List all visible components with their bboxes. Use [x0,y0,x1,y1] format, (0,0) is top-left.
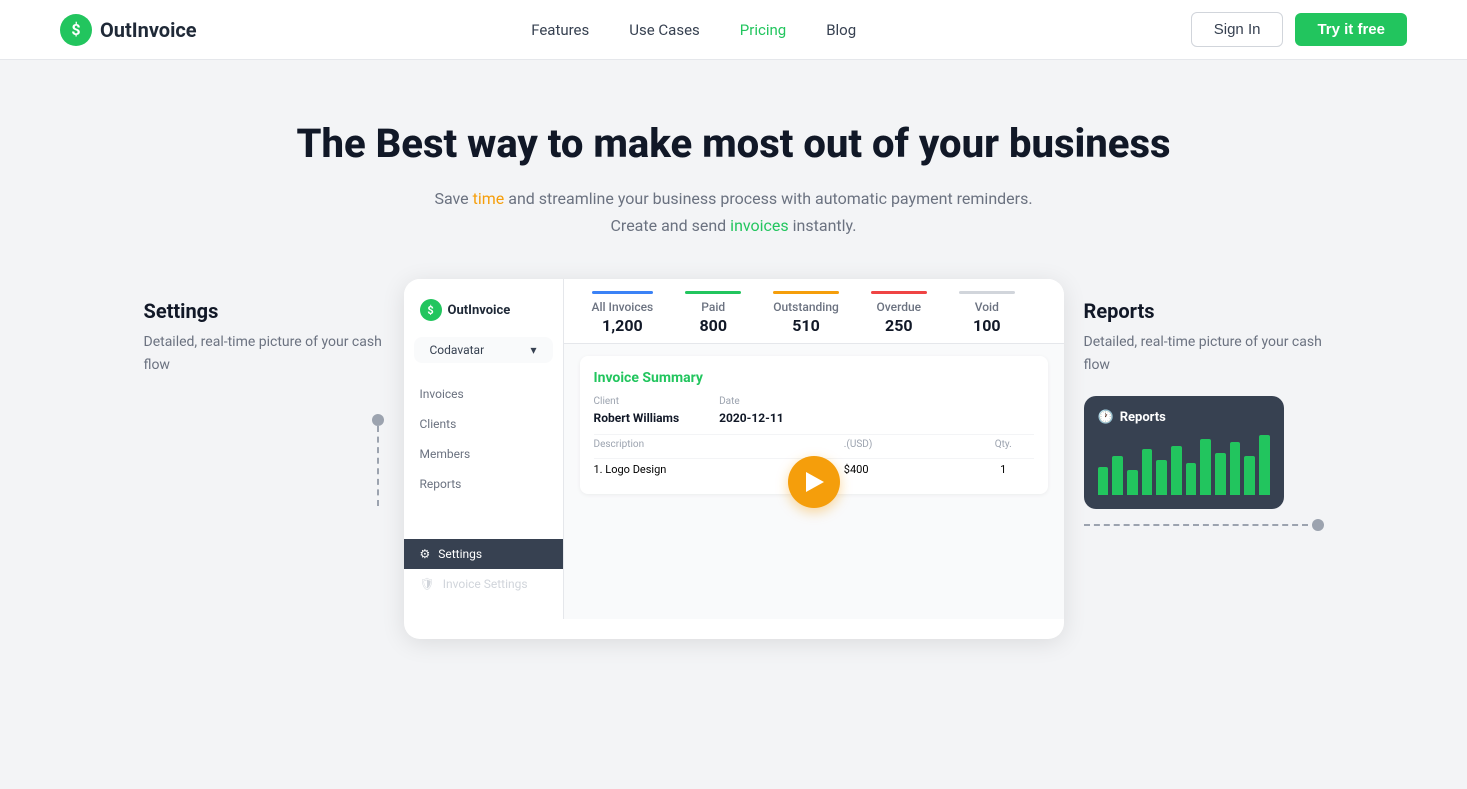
client-label: Client [594,396,680,407]
date-label: Date [719,396,784,407]
dashed-connector-right [1084,519,1324,531]
nav-blog[interactable]: Blog [826,21,856,39]
bar-item [1156,460,1167,495]
tab-bar-void [959,291,1015,294]
bar-item [1244,456,1255,495]
tab-count-all: 1,200 [602,316,643,335]
dashboard-sidebar: $ OutInvoice Codavatar ▾ Invoices Client… [404,279,564,619]
tab-label-paid: Paid [701,300,725,314]
invoice-summary-title: Invoice Summary [594,370,1034,386]
navbar: $ OutInvoice Features Use Cases Pricing … [0,0,1467,60]
sidebar-item-invoices[interactable]: Invoices [404,379,563,409]
reports-bars [1098,435,1270,495]
dashboard-card: $ OutInvoice Codavatar ▾ Invoices Client… [404,279,1064,639]
feature-right-title: Reports [1084,299,1324,323]
workspace-dropdown[interactable]: Codavatar ▾ [414,337,553,363]
tab-label-overdue: Overdue [877,300,922,314]
invoice-meta-row: Client Robert Williams Date 2020-12-11 [594,396,1034,426]
hero-heading: The Best way to make most out of your bu… [20,120,1447,167]
sidebar-bottom: ⚙ Settings 🛡 Invoice Settings [404,539,563,599]
client-value: Robert Williams [594,411,680,425]
sidebar-item-members[interactable]: Members [404,439,563,469]
shield-icon: 🛡 [420,577,435,591]
bar-item [1186,463,1197,495]
nav-features[interactable]: Features [531,21,589,39]
date-field: Date 2020-12-11 [719,396,784,426]
clock-icon: 🕐 [1098,410,1114,425]
nav-use-cases[interactable]: Use Cases [629,21,700,39]
logo[interactable]: $ OutInvoice [60,14,197,46]
invoice-tabs: All Invoices 1,200 Paid 800 Outstanding … [564,279,1064,343]
reports-card-title: 🕐 Reports [1098,410,1270,425]
navbar-actions: Sign In Try it free [1191,12,1407,47]
logo-text: OutInvoice [100,18,197,42]
tab-bar-overdue [871,291,927,294]
dot-right [1312,519,1324,531]
settings-icon: ⚙ [420,547,431,561]
feature-right-desc: Detailed, real-time picture of your cash… [1084,331,1324,376]
dash-logo-text: OutInvoice [448,303,511,318]
tab-label-all: All Invoices [592,300,654,314]
tab-bar-paid [685,291,741,294]
sidebar-item-invoice-settings[interactable]: 🛡 Invoice Settings [404,569,563,599]
tab-overdue[interactable]: Overdue 250 [859,291,939,343]
tab-bar-outstanding [773,291,839,294]
logo-icon: $ [60,14,92,46]
bar-item [1215,453,1226,495]
invoice-area: Invoice Summary Client Robert Williams D… [564,343,1064,619]
hero-section: The Best way to make most out of your bu… [0,60,1467,269]
inv-price: $400 [844,463,965,476]
dash-logo: $ OutInvoice [404,299,563,337]
feature-right: Reports Detailed, real-time picture of y… [1064,279,1324,531]
bar-item [1112,456,1123,495]
sign-in-button[interactable]: Sign In [1191,12,1284,47]
try-free-button[interactable]: Try it free [1295,13,1407,46]
nav-pricing[interactable]: Pricing [740,21,786,39]
tab-label-outstanding: Outstanding [773,300,839,314]
sidebar-item-reports[interactable]: Reports [404,469,563,499]
feature-left-title: Settings [144,299,384,323]
dot-left [372,414,384,426]
tab-bar-all [592,291,654,294]
tab-count-paid: 800 [699,316,727,335]
dashboard-main: All Invoices 1,200 Paid 800 Outstanding … [564,279,1064,619]
tab-outstanding[interactable]: Outstanding 510 [761,291,851,343]
inv-table-header: Description .(USD) Qty. [594,434,1034,458]
bar-item [1098,467,1109,495]
tab-count-outstanding: 510 [792,316,820,335]
sidebar-item-clients[interactable]: Clients [404,409,563,439]
sidebar-item-settings[interactable]: ⚙ Settings [404,539,563,569]
tab-count-overdue: 250 [885,316,913,335]
feature-section: Settings Detailed, real-time picture of … [0,279,1467,639]
bar-item [1127,470,1138,495]
client-field: Client Robert Williams [594,396,680,426]
tab-count-void: 100 [973,316,1001,335]
dashed-horizontal-right [1084,524,1308,526]
feature-left: Settings Detailed, real-time picture of … [144,279,404,506]
dashed-connector-left [144,414,384,506]
bar-item [1142,449,1153,495]
tab-void[interactable]: Void 100 [947,291,1027,343]
chevron-down-icon: ▾ [530,343,536,357]
hero-subtext: Save time and streamline your business p… [434,185,1034,239]
bar-item [1200,439,1211,495]
tab-all-invoices[interactable]: All Invoices 1,200 [580,291,666,343]
main-nav: Features Use Cases Pricing Blog [531,21,856,39]
date-value: 2020-12-11 [719,411,784,425]
tab-paid[interactable]: Paid 800 [673,291,753,343]
dash-logo-icon: $ [420,299,442,321]
play-button[interactable] [788,456,840,508]
dashed-vertical-left [377,426,379,506]
play-icon [806,472,824,492]
bar-item [1171,446,1182,495]
bar-item [1230,442,1241,495]
reports-card: 🕐 Reports [1084,396,1284,509]
tab-label-void: Void [975,300,999,314]
feature-left-desc: Detailed, real-time picture of your cash… [144,331,384,376]
inv-qty: 1 [973,463,1034,476]
bar-item [1259,435,1270,495]
